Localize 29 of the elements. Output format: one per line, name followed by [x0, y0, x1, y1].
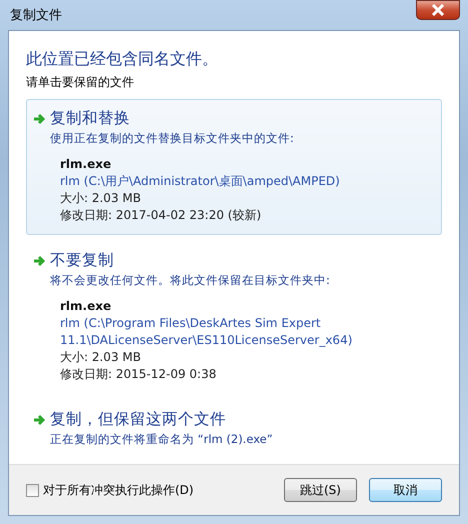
instruction-text: 请单击要保留的文件: [26, 74, 135, 91]
file-size: 大小: 2.03 MB: [60, 349, 142, 366]
file-location: rlm (C:\Program Files\DeskArtes Sim Expert 11.1\DALicenseServer\ES110LicenseServer_x64): [60, 315, 354, 349]
option-item[interactable]: 复制和替换 使用正在复制的文件替换目标文件夹中的文件: rlm.exe rlm (C:\用户\Administrator\桌面\amped\AMPED) 大小: 2.03 MB 修改日期: 2017-04-02 23:20 (较新): [26, 99, 442, 235]
window-title: 复制文件: [9, 7, 62, 24]
dialog-button[interactable]: 跳过(S): [284, 478, 357, 502]
dialog-button[interactable]: 取消: [369, 478, 442, 502]
file-date: 修改日期: 2015-12-09 0:38: [60, 366, 218, 383]
option-description: 使用正在复制的文件替换目标文件夹中的文件:: [50, 131, 295, 146]
arrow-icon: [33, 414, 47, 426]
option-item[interactable]: 复制，但保留这两个文件 正在复制的文件将重命名为 “rlm (2).exe”: [26, 400, 442, 458]
arrow-icon: [33, 254, 47, 266]
arrow-icon: [33, 112, 47, 124]
option-title: 复制和替换: [50, 108, 130, 129]
file-name: rlm.exe: [60, 298, 112, 315]
checkbox[interactable]: [26, 484, 39, 496]
option-title: 不要复制: [50, 250, 114, 271]
option-description: 将不会更改任何文件。将此文件保留在目标文件夹中:: [50, 273, 331, 288]
file-date: 修改日期: 2017-04-02 23:20 (较新): [60, 207, 262, 224]
option-title: 复制，但保留这两个文件: [50, 409, 226, 430]
file-size: 大小: 2.03 MB: [60, 190, 142, 207]
option-item[interactable]: 不要复制 将不会更改任何文件。将此文件保留在目标文件夹中: rlm.exe rlm (C:\Program Files\DeskArtes Sim Expert 11.1\DALicenseServer\ES110LicenseServer_x64) 大小: 2.03 MB 修改日期: 2015-12-09 0:38: [26, 241, 442, 394]
close-icon: [431, 4, 445, 16]
option-description: 正在复制的文件将重命名为 “rlm (2).exe”: [50, 432, 274, 447]
dialog-heading: 此位置已经包含同名文件。: [26, 49, 219, 70]
close-button[interactable]: [416, 0, 460, 20]
file-location: rlm (C:\用户\Administrator\桌面\amped\AMPED): [60, 173, 341, 190]
checkbox-label: 对于所有冲突执行此操作(D): [43, 482, 194, 498]
file-name: rlm.exe: [60, 156, 112, 173]
